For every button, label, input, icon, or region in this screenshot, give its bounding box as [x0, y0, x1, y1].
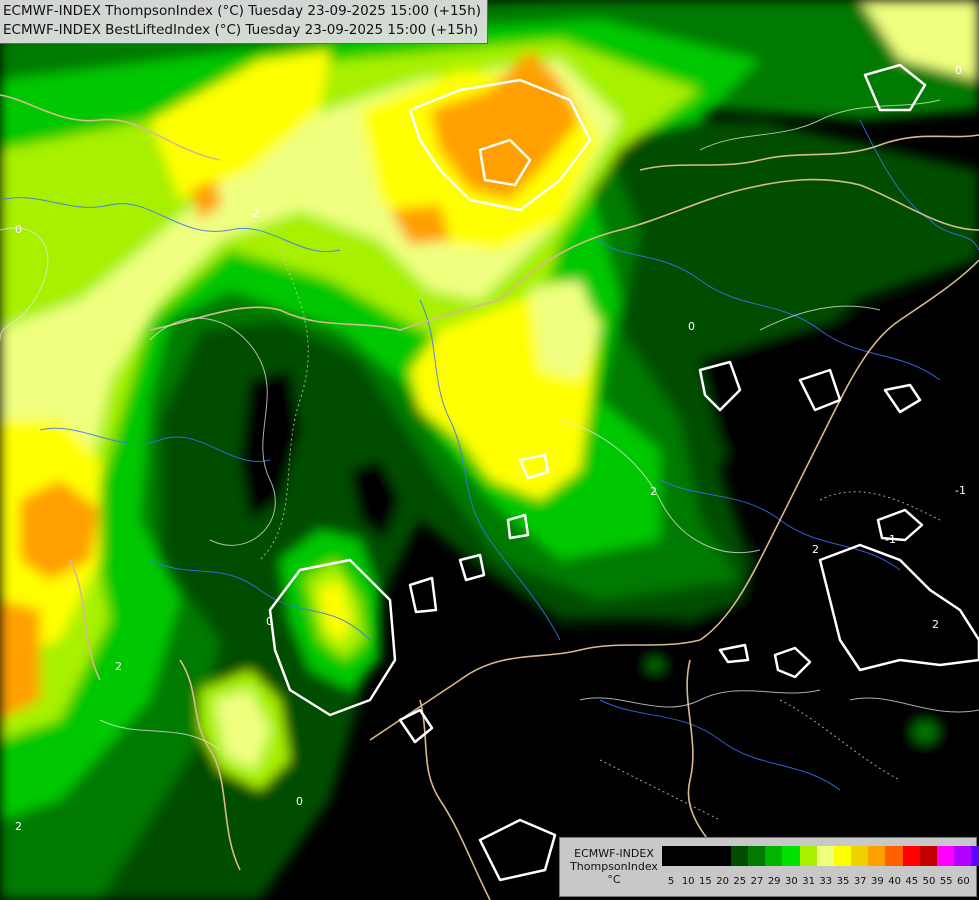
legend-tick: 40 — [888, 876, 901, 887]
contour-label: 0 — [955, 64, 962, 77]
contour-label: 0 — [296, 795, 303, 808]
contour-label: 0 — [15, 223, 22, 236]
legend-swatch — [662, 846, 680, 866]
contour-label: 2 — [252, 207, 259, 220]
legend-tick: 45 — [905, 876, 919, 887]
contour-label: 2 — [15, 820, 22, 833]
legend-unit: °C — [607, 873, 621, 886]
legend-tick: 30 — [785, 876, 798, 887]
legend-swatch — [833, 846, 852, 866]
title-best-lifted-index: ECMWF-INDEX BestLiftedIndex (°C) Tuesday… — [3, 22, 479, 38]
legend-tick: 60 — [957, 876, 970, 887]
legend-parameter: ThompsonIndex — [570, 860, 658, 873]
contour-label: 2 — [115, 660, 122, 673]
legend-tick: 37 — [853, 876, 867, 887]
title-thompson-index: ECMWF-INDEX ThompsonIndex (°C) Tuesday 2… — [3, 3, 481, 19]
legend-tick: 27 — [750, 876, 764, 887]
legend-tick: 31 — [802, 876, 815, 887]
legend-swatch — [885, 846, 903, 866]
legend-swatch — [954, 846, 972, 866]
legend-model: ECMWF-INDEX — [574, 847, 654, 860]
legend-tick: 33 — [819, 876, 833, 887]
legend-swatch — [937, 846, 955, 866]
legend-tick: 15 — [699, 876, 712, 887]
color-legend: ECMWF-INDEX ThompsonIndex °C 5 10 15 20 25 27… — [559, 837, 979, 897]
legend-swatch — [816, 846, 834, 866]
legend-swatch — [765, 846, 783, 866]
legend-swatch — [782, 846, 800, 866]
legend-label: ECMWF-INDEX ThompsonIndex °C — [566, 847, 662, 886]
contour-label: 0 — [688, 320, 695, 333]
legend-tick-labels: 5 10 15 20 25 27 29 30 31 33 35 37 39 40 45 50 55 60 — [667, 876, 971, 890]
legend-tick: 50 — [922, 876, 936, 887]
index-fill-layer — [0, 0, 979, 900]
legend-swatch — [851, 846, 869, 866]
legend-tick: 29 — [767, 876, 781, 887]
legend-tick: 55 — [939, 876, 953, 887]
contour-label: 0 — [266, 615, 273, 628]
legend-tick: 10 — [681, 876, 695, 887]
legend-swatch — [868, 846, 886, 866]
contour-label: -1 — [885, 533, 896, 546]
legend-swatch — [799, 846, 817, 866]
legend-swatch — [747, 846, 766, 866]
thompson-index-map: 0 2 0 2 0 2 -1 2 -1 0 2 0 2 — [0, 0, 979, 900]
legend-swatch — [730, 846, 748, 866]
legend-tick: 39 — [871, 876, 884, 887]
legend-tick: 5 — [667, 876, 675, 887]
weather-map: 0 2 0 2 0 2 -1 2 -1 0 2 0 2 ECMWF-INDEX … — [0, 0, 979, 900]
legend-swatch — [902, 846, 920, 866]
legend-tick: 35 — [836, 876, 850, 887]
contour-label: 2 — [812, 543, 819, 556]
legend-swatch — [971, 846, 979, 866]
legend-swatch — [679, 846, 697, 866]
contour-label: 2 — [650, 485, 657, 498]
contour-label: 2 — [932, 618, 939, 631]
legend-color-scale — [662, 846, 979, 866]
legend-tick: 25 — [733, 876, 747, 887]
legend-swatch — [919, 846, 937, 866]
legend-swatch — [713, 846, 731, 866]
contour-label: -1 — [955, 484, 966, 497]
legend-swatch — [696, 846, 714, 866]
map-title-box: ECMWF-INDEX ThompsonIndex (°C) Tuesday 2… — [0, 0, 488, 44]
legend-tick: 20 — [716, 876, 729, 887]
